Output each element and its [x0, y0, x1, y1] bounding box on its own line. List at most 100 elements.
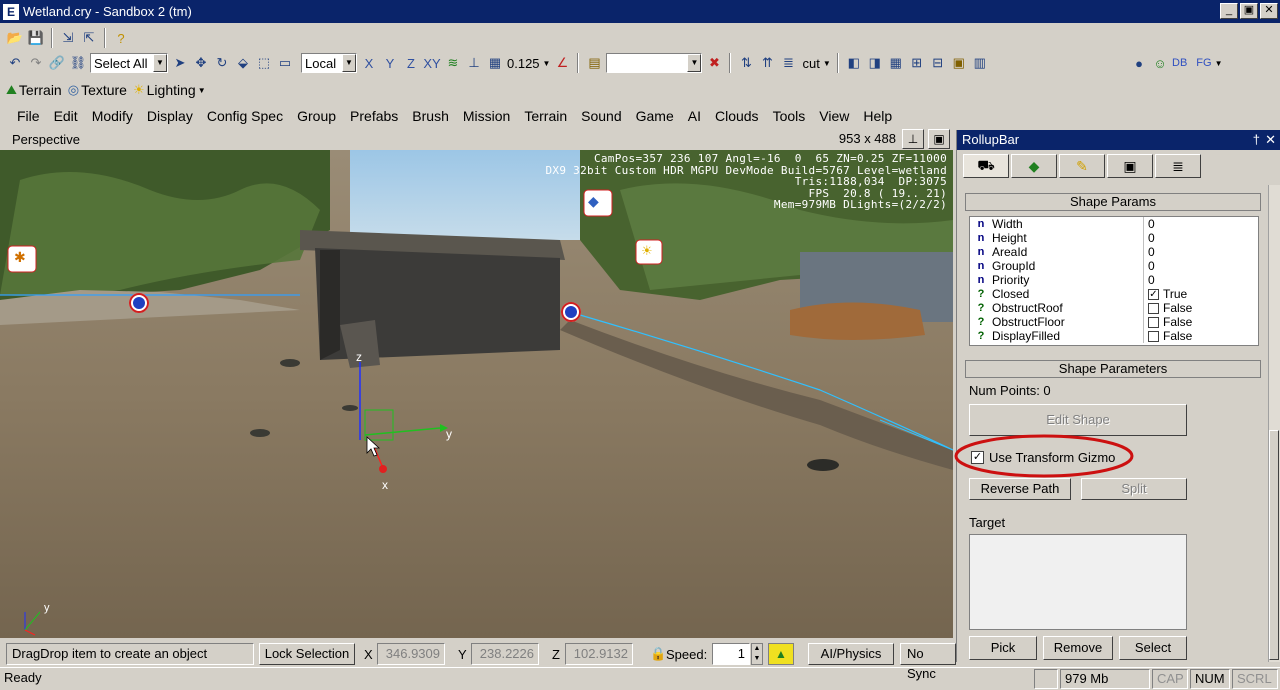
- pick-button[interactable]: Pick: [969, 636, 1037, 660]
- menu-display[interactable]: Display: [140, 108, 200, 124]
- prop-value[interactable]: 0: [1144, 231, 1155, 245]
- notes-icon[interactable]: ▤: [585, 54, 603, 72]
- remove-button[interactable]: Remove: [1043, 636, 1113, 660]
- texture-button[interactable]: ◎ Texture: [68, 82, 127, 98]
- close-button[interactable]: ✕: [1260, 3, 1278, 19]
- prefab-icon[interactable]: ◨: [866, 54, 884, 72]
- prop-value[interactable]: 0: [1144, 273, 1155, 287]
- select-button[interactable]: Select: [1119, 636, 1187, 660]
- lighting-button[interactable]: ☀ Lighting ▼: [133, 82, 206, 98]
- object-icon[interactable]: ◧: [845, 54, 863, 72]
- reverse-path-button[interactable]: Reverse Path: [969, 478, 1071, 500]
- prop-value[interactable]: False: [1144, 329, 1192, 343]
- prop-value[interactable]: 0: [1144, 245, 1155, 259]
- viewport-maximize-icon[interactable]: ▣: [928, 129, 950, 149]
- z-coordinate-field[interactable]: 102.9132: [565, 643, 633, 665]
- save-icon[interactable]: 💾: [27, 29, 45, 47]
- obstruct-floor-checkbox[interactable]: [1148, 316, 1159, 328]
- speed-spinner[interactable]: ▲ ▼: [751, 643, 763, 665]
- redo-icon[interactable]: ↷: [27, 54, 45, 72]
- maximize-button[interactable]: ▣: [1240, 3, 1258, 19]
- move-icon[interactable]: ✥: [192, 54, 210, 72]
- grid-size-value[interactable]: 0.125: [507, 56, 540, 71]
- named-selection-select[interactable]: ▼: [606, 53, 703, 73]
- unlink-icon[interactable]: ⛓: [69, 54, 87, 72]
- table-row[interactable]: n AreaId 0: [970, 245, 1258, 259]
- lock-icon[interactable]: 🔒: [650, 646, 666, 662]
- book-icon[interactable]: ▣: [950, 54, 968, 72]
- light-icon[interactable]: ☀: [641, 243, 653, 259]
- split-button[interactable]: Split: [1081, 478, 1187, 500]
- table-row[interactable]: n Width 0: [970, 217, 1258, 231]
- angle-snap-icon[interactable]: ∠: [553, 54, 571, 72]
- table-row[interactable]: ? ObstructRoof False: [970, 301, 1258, 315]
- table-row[interactable]: ? ObstructFloor False: [970, 315, 1258, 329]
- link-icon[interactable]: 🔗: [48, 54, 66, 72]
- table-row[interactable]: n GroupId 0: [970, 259, 1258, 273]
- table-row[interactable]: ? Closed ✓ True: [970, 287, 1258, 301]
- layer-value[interactable]: cut: [802, 56, 819, 71]
- flowgraph-button[interactable]: FG: [1196, 57, 1211, 69]
- menu-edit[interactable]: Edit: [47, 108, 85, 124]
- select-region-icon[interactable]: ▭: [276, 54, 294, 72]
- prop-value[interactable]: False: [1144, 315, 1192, 329]
- menu-help[interactable]: Help: [856, 108, 899, 124]
- chevron-down-icon[interactable]: ▼: [1215, 59, 1223, 68]
- prop-value[interactable]: 0: [1144, 217, 1155, 231]
- globe-icon[interactable]: ●: [1130, 54, 1148, 72]
- rollup-scroll-thumb[interactable]: [1269, 430, 1279, 660]
- select-arrow-icon[interactable]: ➤: [171, 54, 189, 72]
- menu-modify[interactable]: Modify: [85, 108, 140, 124]
- menu-mission[interactable]: Mission: [456, 108, 517, 124]
- align-terrain-icon[interactable]: ⇈: [758, 54, 776, 72]
- layers-icon[interactable]: ≣: [779, 54, 797, 72]
- menu-clouds[interactable]: Clouds: [708, 108, 766, 124]
- tree-icon[interactable]: ⊟: [929, 54, 947, 72]
- database-button[interactable]: DB: [1172, 57, 1187, 69]
- obstruct-roof-checkbox[interactable]: [1148, 302, 1159, 314]
- chevron-down-icon[interactable]: ▼: [823, 59, 831, 68]
- export-icon[interactable]: ⇲: [59, 29, 77, 47]
- shape-parameters-header[interactable]: Shape Parameters: [965, 360, 1261, 378]
- menu-group[interactable]: Group: [290, 108, 343, 124]
- axis-x-button[interactable]: X: [360, 56, 378, 71]
- target-list[interactable]: [969, 534, 1187, 630]
- coordinate-system-select[interactable]: Local ▼: [301, 53, 357, 73]
- game-mode-icon[interactable]: ▲: [768, 643, 794, 665]
- menu-terrain[interactable]: Terrain: [517, 108, 574, 124]
- selection-filter-select[interactable]: Select All ▼: [90, 53, 168, 73]
- table-row[interactable]: ? DisplayFilled False: [970, 329, 1258, 343]
- menu-game[interactable]: Game: [629, 108, 681, 124]
- rotate-icon[interactable]: ↻: [213, 54, 231, 72]
- y-coordinate-field[interactable]: 238.2226: [471, 643, 539, 665]
- menu-view[interactable]: View: [812, 108, 856, 124]
- viewport-axis-icon[interactable]: ⊥: [902, 129, 924, 149]
- closed-checkbox[interactable]: ✓: [1148, 288, 1159, 300]
- scale-icon[interactable]: ⬙: [234, 54, 252, 72]
- terrain-snap-icon[interactable]: ≋: [444, 54, 462, 72]
- axis-y-button[interactable]: Y: [381, 56, 399, 71]
- lock-selection-button[interactable]: Lock Selection: [259, 643, 355, 665]
- viewport-label[interactable]: Perspective: [12, 132, 80, 147]
- menu-tools[interactable]: Tools: [766, 108, 813, 124]
- film-icon[interactable]: ▥: [971, 54, 989, 72]
- menu-ai[interactable]: AI: [681, 108, 708, 124]
- table-row[interactable]: n Priority 0: [970, 273, 1258, 287]
- grid-icon[interactable]: ▦: [486, 54, 504, 72]
- display-filled-checkbox[interactable]: [1148, 330, 1159, 342]
- terrain-button[interactable]: ⛰ Terrain: [6, 82, 62, 98]
- menu-brush[interactable]: Brush: [405, 108, 456, 124]
- ai-person-icon[interactable]: ☺: [1151, 54, 1169, 72]
- align-icon[interactable]: ⇅: [737, 54, 755, 72]
- menu-sound[interactable]: Sound: [574, 108, 628, 124]
- perspective-viewport[interactable]: ◆ ✱ ☀ CamPos=357 236 107 Angl=-16 0 65 Z…: [0, 150, 953, 638]
- select-object-icon[interactable]: ⬚: [255, 54, 273, 72]
- axis-z-button[interactable]: Z: [402, 56, 420, 71]
- tab-objects[interactable]: ⛟: [963, 154, 1009, 178]
- shape-params-header[interactable]: Shape Params: [965, 193, 1261, 211]
- pin-icon[interactable]: †: [1253, 130, 1260, 150]
- table-row[interactable]: n Height 0: [970, 231, 1258, 245]
- delete-selection-icon[interactable]: ✖: [705, 54, 723, 72]
- bug-icon[interactable]: ✱: [14, 249, 26, 266]
- prop-value[interactable]: False: [1144, 301, 1192, 315]
